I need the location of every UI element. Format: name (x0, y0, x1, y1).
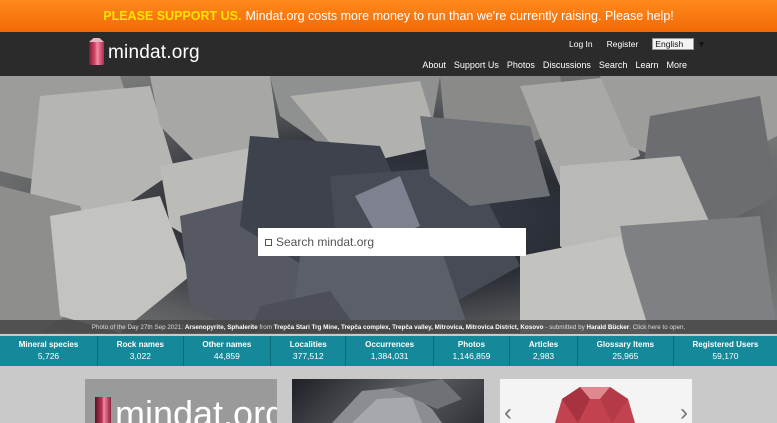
chevron-down-icon: ▼ (697, 39, 706, 49)
card-logo-text: mindat.org (115, 393, 277, 423)
account-links: Log In Register English ▼ (569, 38, 706, 50)
support-banner-text: Mindat.org costs more money to run than … (245, 9, 674, 23)
stat-value: 5,726 (37, 351, 60, 361)
support-banner[interactable]: PLEASE SUPPORT US. Mindat.org costs more… (0, 0, 777, 32)
stat-label: Mineral species (18, 340, 79, 349)
stats-bar: Mineral species 5,726 Rock names 3,022 O… (0, 336, 777, 366)
main-nav: About Support Us Photos Discussions Sear… (414, 60, 687, 70)
caption-from: from (259, 323, 273, 331)
stat-label: Other names (202, 340, 252, 349)
site-header: mindat.org Log In Register English ▼ Abo… (0, 32, 777, 76)
stat-label: Glossary Items (596, 340, 655, 349)
nav-about[interactable]: About (422, 60, 446, 70)
nav-search[interactable]: Search (599, 60, 628, 70)
card-mindat-logo[interactable]: mindat.org (85, 379, 277, 423)
gem-icon (89, 41, 104, 65)
nav-photos[interactable]: Photos (507, 60, 535, 70)
stat-value: 1,146,859 (452, 351, 491, 361)
gem-icon (95, 397, 111, 423)
caption-minerals[interactable]: Arsenopyrite, Sphalerite (185, 324, 258, 331)
register-link[interactable]: Register (607, 39, 639, 49)
stat-localities[interactable]: Localities 377,512 (271, 336, 347, 366)
stat-label: Articles (528, 340, 559, 349)
photo-of-the-day[interactable] (0, 76, 777, 333)
card-mineral-image (332, 379, 462, 423)
stat-label: Photos (457, 340, 486, 349)
login-link[interactable]: Log In (569, 39, 593, 49)
stat-label: Rock names (116, 340, 164, 349)
stat-label: Localities (289, 340, 327, 349)
nav-support-us[interactable]: Support Us (454, 60, 499, 70)
caption-submitted: - submitted by (545, 323, 585, 331)
card-crystal-model[interactable]: ‹ › (500, 379, 692, 423)
search-placeholder: Search mindat.org (276, 235, 375, 249)
stat-value: 25,965 (612, 351, 639, 361)
caption-prefix: Photo of the Day 27th Sep 2021: (91, 323, 184, 331)
search-input[interactable]: Search mindat.org (258, 228, 526, 256)
logo-text: mindat.org (108, 42, 200, 63)
card-mineral-photo[interactable] (292, 379, 484, 423)
stat-mineral-species[interactable]: Mineral species 5,726 (0, 336, 99, 366)
stat-other-names[interactable]: Other names 44,859 (184, 336, 272, 366)
stat-photos[interactable]: Photos 1,146,859 (434, 336, 511, 366)
stat-articles[interactable]: Articles 2,983 (510, 336, 578, 366)
stat-occurrences[interactable]: Occurrences 1,384,031 (346, 336, 434, 366)
stat-registered-users[interactable]: Registered Users 59,170 (674, 336, 777, 366)
crystal-model-image (555, 387, 635, 423)
stat-label: Occurrences (365, 340, 415, 349)
photo-caption[interactable]: Photo of the Day 27th Sep 2021: Arsenopy… (0, 320, 777, 334)
stat-label: Registered Users (692, 340, 759, 349)
stat-value: 44,859 (213, 351, 240, 361)
stat-glossary-items[interactable]: Glossary Items 25,965 (578, 336, 674, 366)
search-icon (265, 238, 272, 246)
language-value: English (655, 39, 684, 49)
feature-cards: mindat.org ‹ › (0, 366, 777, 423)
mineral-photo (0, 76, 777, 333)
language-select[interactable]: English ▼ (652, 38, 706, 50)
chevron-right-icon[interactable]: › (680, 399, 688, 423)
stat-value: 3,022 (129, 351, 151, 361)
nav-more[interactable]: More (666, 60, 687, 70)
stat-rock-names[interactable]: Rock names 3,022 (98, 336, 184, 366)
caption-author[interactable]: Harald Bücker (587, 324, 630, 331)
site-logo[interactable]: mindat.org (89, 41, 200, 65)
support-banner-strong: PLEASE SUPPORT US. (103, 9, 242, 23)
chevron-left-icon[interactable]: ‹ (504, 399, 512, 423)
stat-value: 1,384,031 (370, 351, 409, 361)
nav-discussions[interactable]: Discussions (543, 60, 591, 70)
nav-learn[interactable]: Learn (635, 60, 658, 70)
stat-value: 59,170 (712, 351, 739, 361)
stat-value: 2,983 (532, 351, 555, 361)
caption-suffix: . Click here to open. (629, 323, 686, 331)
caption-locality[interactable]: Trepča Stari Trg Mine, Trepča complex, T… (274, 324, 544, 331)
stat-value: 377,512 (292, 351, 324, 361)
